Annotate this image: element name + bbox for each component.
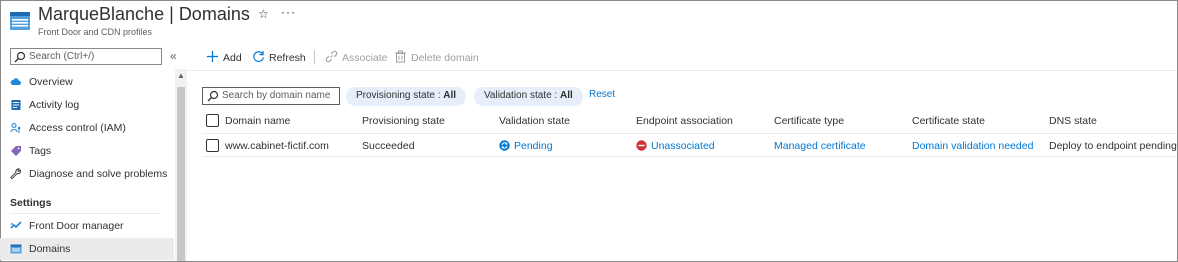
pending-sync-icon — [499, 140, 510, 151]
dns-state-cell: Deploy to endpoint pending — [1049, 140, 1177, 152]
activity-log-icon — [11, 100, 21, 110]
validation-state-filter[interactable]: Validation state : All — [474, 87, 583, 106]
certificate-type-cell[interactable]: Managed certificate — [774, 140, 866, 152]
sidebar-item-label: Access control (IAM) — [29, 122, 126, 134]
refresh-icon — [253, 51, 264, 62]
domain-search-input[interactable]: Search by domain name — [202, 87, 340, 105]
search-icon — [14, 51, 26, 63]
scrollbar-thumb[interactable] — [177, 87, 185, 261]
sidebar-item-label: Front Door manager — [29, 220, 124, 232]
page-header: MarqueBlanche | Domains ☆ ··· Front Door… — [0, 0, 1176, 44]
sidebar-item-overview[interactable]: Overview — [0, 71, 174, 93]
command-bar: Add Refresh Associate Delete domain — [188, 44, 1176, 70]
delete-domain-button[interactable]: Delete domain — [394, 50, 479, 64]
tag-icon — [11, 146, 21, 156]
endpoint-association-text: Unassociated — [651, 140, 715, 152]
title-separator: | — [169, 4, 174, 24]
column-header-certificate-type[interactable]: Certificate type — [774, 115, 844, 127]
sidebar-item-label: Diagnose and solve problems — [29, 168, 168, 180]
row-divider — [202, 156, 1176, 157]
certificate-state-cell[interactable]: Domain validation needed — [912, 140, 1033, 152]
select-all-checkbox[interactable] — [206, 114, 219, 127]
sidebar-search-placeholder: Search (Ctrl+/) — [29, 51, 95, 62]
cloud-icon — [10, 78, 21, 85]
main-content: Add Refresh Associate Delete domain Sear… — [188, 44, 1177, 261]
associate-button[interactable]: Associate — [325, 50, 388, 64]
validation-state-cell[interactable]: Pending — [499, 140, 553, 152]
validation-filter-label: Validation state : — [484, 90, 560, 101]
sidebar-item-label: Activity log — [29, 99, 80, 111]
reset-filters-link[interactable]: Reset — [589, 89, 615, 100]
sidebar-item-front-door-manager[interactable]: Front Door manager — [0, 215, 174, 237]
sidebar-item-activity-log[interactable]: Activity log — [0, 94, 174, 116]
resource-name: MarqueBlanche — [38, 4, 165, 24]
sidebar-item-domains[interactable]: Domains — [0, 238, 174, 260]
row-checkbox[interactable] — [206, 139, 219, 152]
validation-state-text: Pending — [514, 140, 553, 152]
settings-section-label: Settings — [10, 197, 52, 209]
collapse-sidebar-icon[interactable]: « — [170, 49, 177, 63]
table-header-divider — [202, 133, 1176, 134]
sidebar-item-label: Tags — [29, 145, 52, 157]
provisioning-filter-value: All — [443, 90, 457, 101]
sidebar-search-input[interactable]: Search (Ctrl+/) — [10, 48, 162, 65]
column-header-endpoint-association[interactable]: Endpoint association — [636, 115, 733, 127]
domain-name-cell[interactable]: www.cabinet-fictif.com — [225, 140, 329, 152]
toolbar-divider — [188, 70, 1176, 71]
domain-search-placeholder: Search by domain name — [222, 90, 331, 101]
delete-domain-label: Delete domain — [411, 52, 479, 64]
trash-icon — [395, 50, 406, 63]
sidebar-scrollbar[interactable]: ▲ — [175, 69, 187, 261]
front-door-resource-icon — [10, 12, 30, 30]
sidebar-item-diagnose[interactable]: Diagnose and solve problems — [0, 163, 174, 185]
provisioning-state-filter[interactable]: Provisioning state : All — [346, 87, 467, 106]
error-icon — [636, 140, 647, 151]
column-header-domain-name[interactable]: Domain name — [225, 115, 290, 127]
domains-icon — [10, 244, 22, 254]
scroll-up-icon[interactable]: ▲ — [177, 71, 185, 80]
associate-label: Associate — [342, 52, 388, 64]
iam-icon — [10, 122, 21, 133]
link-icon — [325, 50, 338, 63]
provisioning-filter-label: Provisioning state : — [356, 90, 444, 101]
sidebar-item-label: Domains — [29, 243, 71, 255]
front-door-icon — [10, 221, 22, 229]
refresh-label: Refresh — [269, 52, 306, 64]
page-title: MarqueBlanche | Domains — [38, 4, 250, 25]
sidebar-item-access-control[interactable]: Access control (IAM) — [0, 117, 174, 139]
add-label: Add — [223, 52, 242, 64]
page-name: Domains — [178, 4, 250, 24]
refresh-button[interactable]: Refresh — [252, 50, 306, 64]
toolbar-separator — [314, 50, 315, 64]
favorite-star-icon[interactable]: ☆ — [258, 7, 269, 21]
column-header-certificate-state[interactable]: Certificate state — [912, 115, 985, 127]
sidebar: Search (Ctrl+/) « Overview Activity log … — [0, 44, 188, 261]
provisioning-state-cell: Succeeded — [362, 140, 415, 152]
plus-icon — [207, 51, 218, 62]
sidebar-item-tags[interactable]: Tags — [0, 140, 174, 162]
column-header-dns-state[interactable]: DNS state — [1049, 115, 1097, 127]
sidebar-item-label: Overview — [29, 76, 73, 88]
search-icon — [207, 90, 219, 102]
wrench-icon — [10, 168, 22, 179]
validation-filter-value: All — [559, 90, 573, 101]
more-options-icon[interactable]: ··· — [281, 5, 296, 19]
page-subtitle: Front Door and CDN profiles — [38, 27, 153, 37]
section-divider — [10, 213, 160, 214]
column-header-provisioning-state[interactable]: Provisioning state — [362, 115, 445, 127]
column-header-validation-state[interactable]: Validation state — [499, 115, 570, 127]
add-button[interactable]: Add — [206, 50, 242, 64]
endpoint-association-cell[interactable]: Unassociated — [636, 140, 715, 152]
